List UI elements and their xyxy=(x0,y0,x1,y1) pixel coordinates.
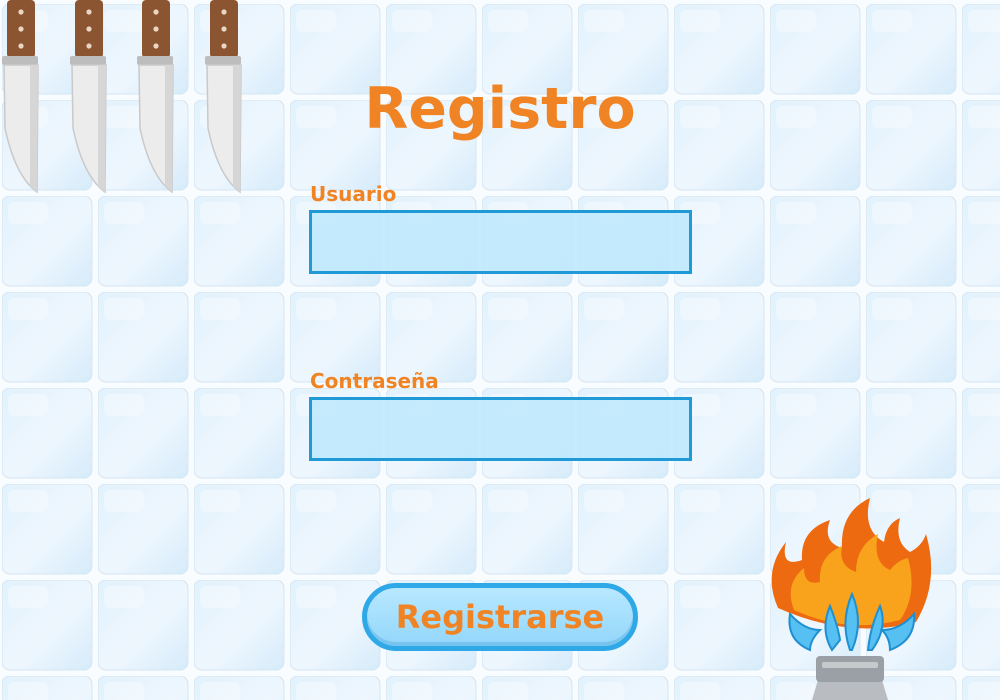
hanging-knives-icon xyxy=(2,0,242,194)
username-field[interactable] xyxy=(309,210,692,274)
register-button[interactable]: Registrarse xyxy=(362,583,638,651)
password-field[interactable] xyxy=(309,397,692,461)
knife-icon xyxy=(70,0,107,194)
page-title: Registro xyxy=(364,76,636,142)
knife-icon xyxy=(2,0,39,194)
gas-burner-flame-icon xyxy=(771,498,932,700)
username-label: Usuario xyxy=(310,182,397,206)
knife-icon xyxy=(205,0,242,194)
knife-icon xyxy=(137,0,174,194)
password-label: Contraseña xyxy=(310,369,439,393)
